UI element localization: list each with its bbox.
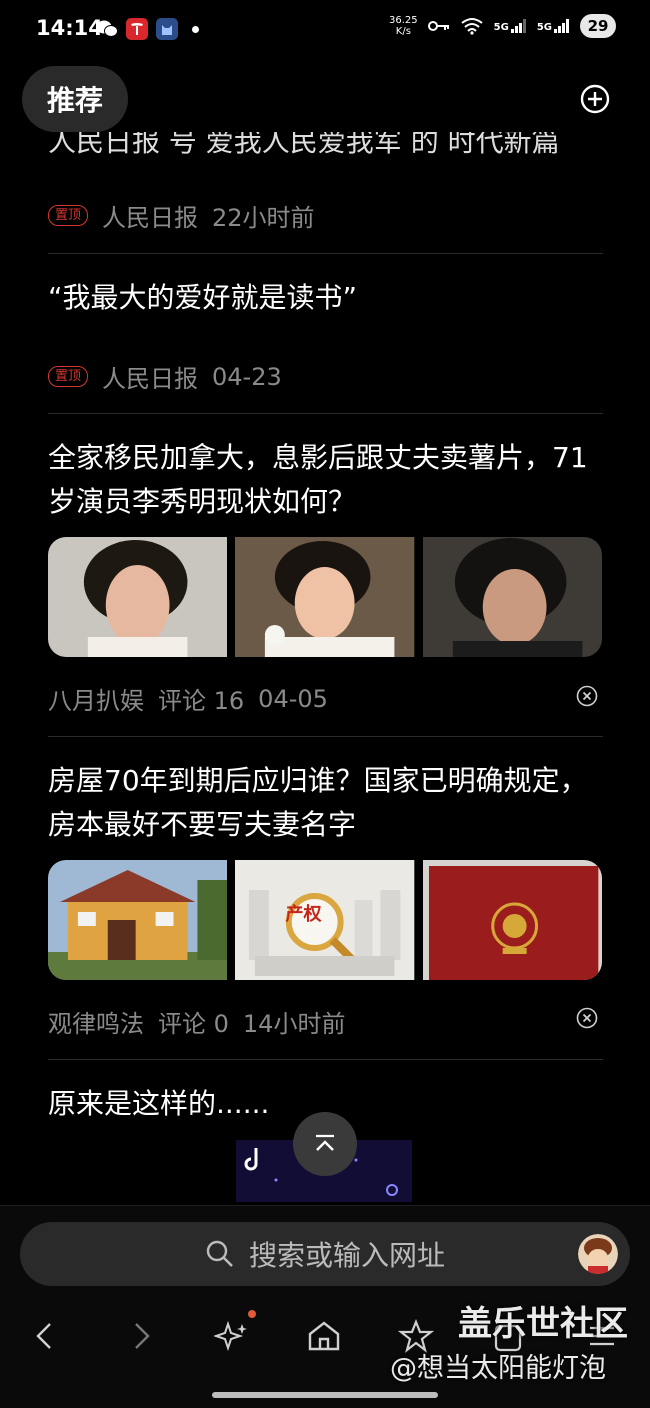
sparkle-icon[interactable] — [214, 1318, 250, 1354]
property-rights-label: 产权 — [285, 903, 322, 925]
tab-recommend[interactable]: 推荐 — [22, 66, 128, 132]
article-time: 22小时前 — [212, 204, 315, 232]
notification-icons — [96, 18, 199, 40]
cell-signal-2: 5G — [537, 19, 570, 33]
plus-circle-icon[interactable] — [580, 84, 610, 114]
comment-count: 评论 16 — [158, 687, 245, 715]
tesla-app-icon — [126, 18, 148, 40]
wechat-icon — [96, 18, 118, 40]
comment-count: 评论 0 — [158, 1010, 229, 1038]
article-meta: 观律鸣法 评论 0 14小时前 — [48, 1004, 345, 1039]
wifi-icon — [461, 18, 483, 35]
watermark-user: @想当太阳能灯泡 — [390, 1353, 606, 1384]
divider — [48, 1059, 603, 1060]
article-title[interactable]: 房屋70年到期后应归谁？国家已明确规定，房本最好不要写夫妻名字 — [48, 759, 608, 847]
article-source: 八月扒娱 — [48, 687, 144, 715]
scroll-to-top-button[interactable] — [293, 1112, 357, 1176]
back-icon[interactable] — [28, 1318, 64, 1354]
pinned-badge: 置顶 — [48, 366, 89, 387]
article-source: 人民日报 — [102, 204, 199, 232]
article-time: 04-23 — [212, 362, 282, 391]
article-title[interactable]: “我最大的爱好就是读书” — [48, 276, 608, 320]
pinned-badge: 置顶 — [48, 205, 89, 226]
search-bar[interactable]: 搜索或输入网址 — [20, 1222, 630, 1286]
home-indicator[interactable] — [212, 1392, 438, 1398]
thumbnail-portrait-2 — [235, 537, 415, 657]
thumbnail-portrait-1 — [48, 537, 228, 657]
search-icon — [206, 1240, 233, 1267]
network-speed: 36.25 K/s — [389, 15, 418, 37]
dismiss-icon[interactable] — [576, 685, 598, 707]
cell-signal-1: 5G — [494, 19, 527, 33]
thumbnail-house — [48, 860, 228, 980]
article-thumbnails[interactable]: 产权 — [48, 860, 602, 980]
thumbnail-portrait-3 — [422, 537, 602, 657]
key-icon — [427, 21, 449, 31]
home-icon[interactable] — [306, 1318, 342, 1354]
status-time: 14:14 — [36, 16, 103, 40]
article-source: 人民日报 — [102, 365, 199, 393]
forward-icon[interactable] — [122, 1318, 158, 1354]
thumbnail-certificate — [422, 860, 602, 980]
notification-dot — [248, 1310, 256, 1318]
watermark-community: 盖乐世社区 — [458, 1304, 628, 1344]
divider — [48, 413, 603, 414]
more-notifications-dot — [192, 25, 199, 33]
divider — [48, 736, 603, 737]
status-bar: 14:14 36.25 K/s 5G 5G 29 — [0, 0, 650, 60]
battery-indicator: 29 — [580, 14, 616, 38]
article-meta: 置顶 人民日报 04-23 — [48, 359, 282, 394]
dismiss-icon[interactable] — [576, 1007, 598, 1029]
system-indicators: 36.25 K/s 5G 5G 29 — [389, 14, 616, 38]
search-input[interactable]: 搜索或输入网址 — [249, 1234, 445, 1274]
avatar[interactable] — [578, 1234, 618, 1274]
thumbnail-property-rights: 产权 — [235, 860, 415, 980]
article-time: 14小时前 — [242, 1010, 346, 1038]
chevron-up-icon — [316, 1134, 334, 1151]
cat-app-icon — [156, 18, 178, 40]
clipped-article-title[interactable]: 人民日报 号 爱我人民爱我军 的 时代新篇 — [48, 132, 608, 154]
article-meta: 置顶 人民日报 22小时前 — [48, 198, 315, 233]
article-meta: 八月扒娱 评论 16 04-05 — [48, 681, 328, 716]
article-title[interactable]: 全家移民加拿大，息影后跟丈夫卖薯片，71岁演员李秀明现状如何？ — [48, 436, 608, 524]
divider — [48, 253, 603, 254]
article-source: 观律鸣法 — [48, 1010, 144, 1038]
article-time: 04-05 — [258, 684, 328, 713]
article-thumbnails[interactable] — [48, 537, 602, 657]
